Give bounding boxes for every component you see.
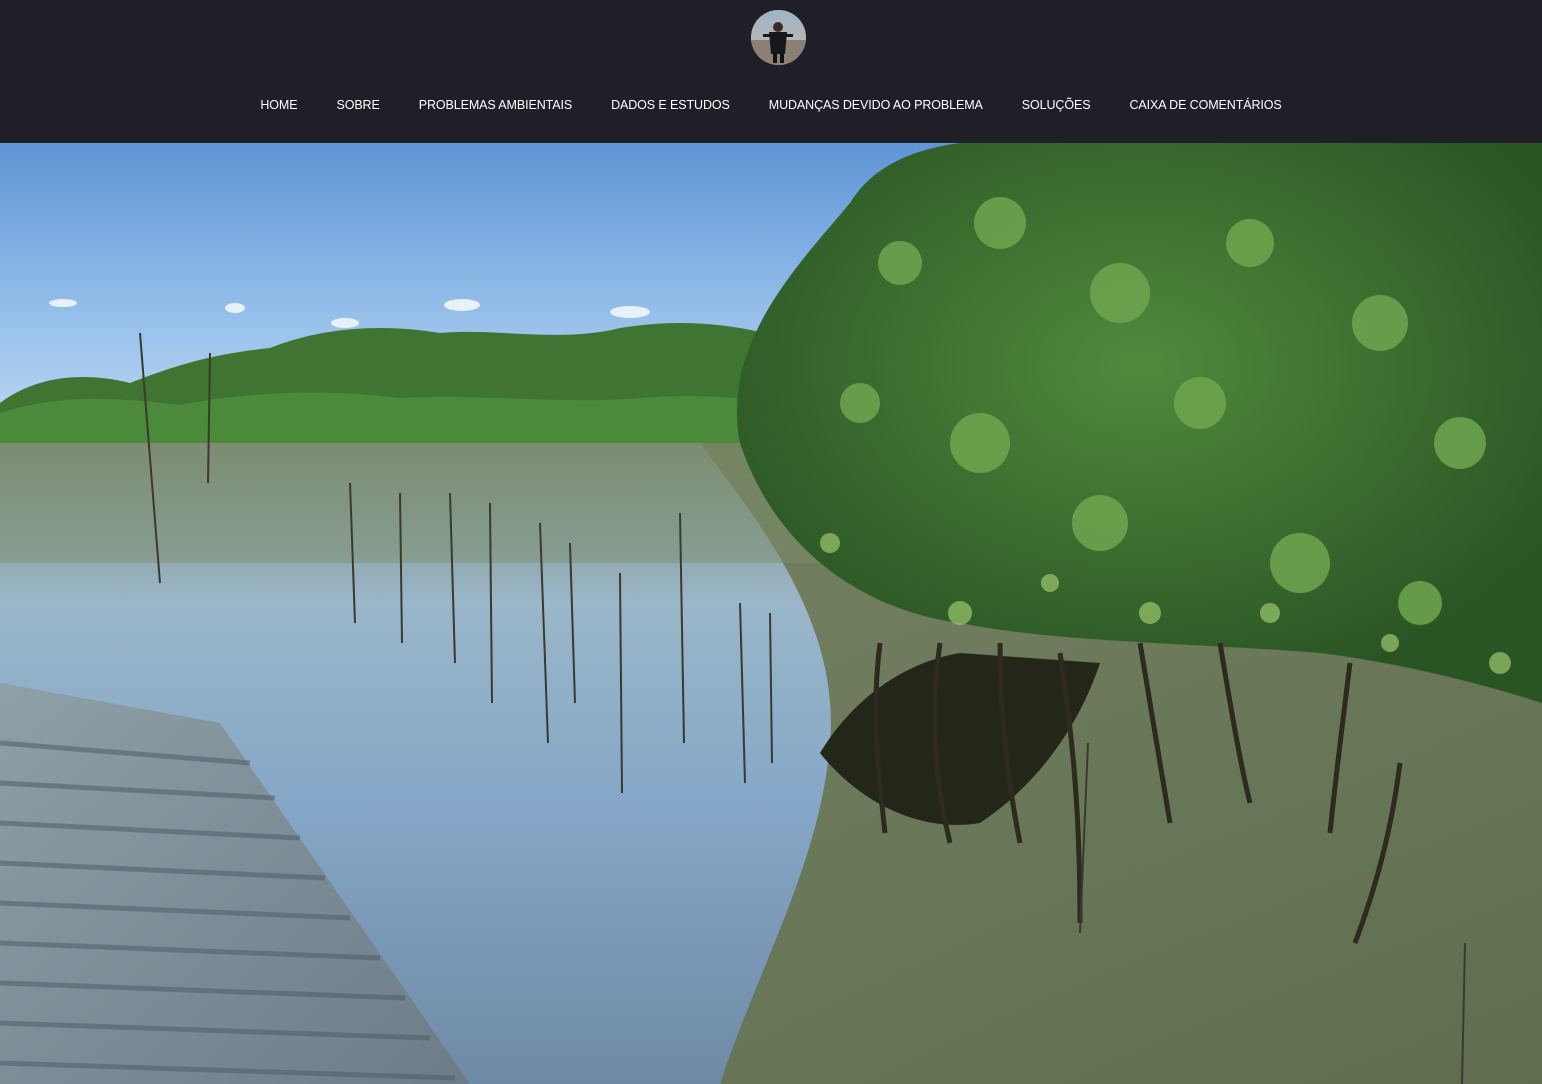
nav-problemas-ambientais[interactable]: PROBLEMAS AMBIENTAIS	[419, 98, 572, 112]
nav-home[interactable]: HOME	[260, 98, 297, 112]
avatar-photo-icon	[751, 10, 806, 65]
site-header: HOME SOBRE PROBLEMAS AMBIENTAIS DADOS E …	[0, 0, 1542, 143]
nav-solucoes[interactable]: SOLUÇÕES	[1022, 98, 1091, 112]
nav-mudancas[interactable]: MUDANÇAS DEVIDO AO PROBLEMA	[769, 98, 983, 112]
profile-avatar[interactable]	[751, 10, 806, 65]
nav-caixa-de-comentarios[interactable]: CAIXA DE COMENTÁRIOS	[1129, 98, 1281, 112]
hero-section	[0, 143, 1542, 1084]
nav-sobre[interactable]: SOBRE	[336, 98, 379, 112]
mangrove-photo-icon	[0, 143, 1542, 1084]
nav-dados-e-estudos[interactable]: DADOS E ESTUDOS	[611, 98, 730, 112]
main-nav: HOME SOBRE PROBLEMAS AMBIENTAIS DADOS E …	[0, 94, 1542, 116]
